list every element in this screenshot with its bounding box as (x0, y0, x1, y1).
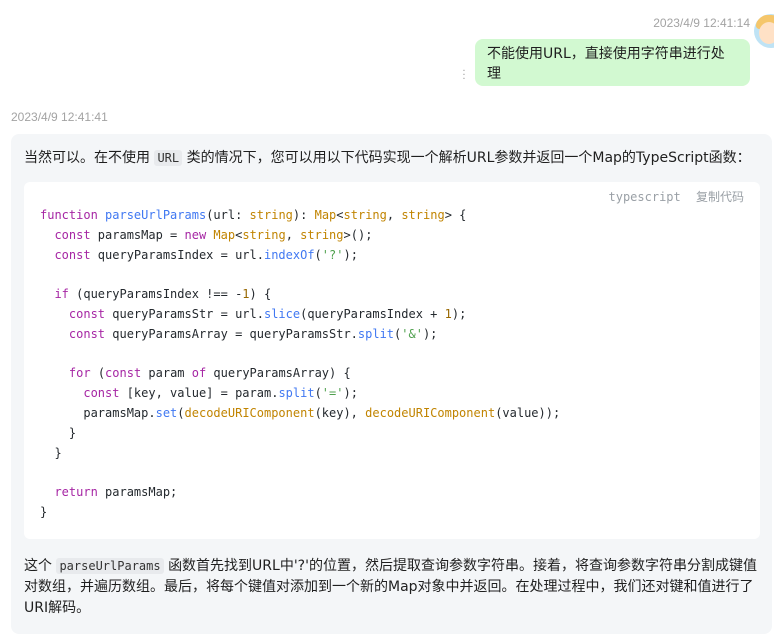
code-content: function parseUrlParams(url: string): Ma… (40, 206, 560, 523)
code-line: } (40, 425, 77, 440)
user-avatar[interactable] (754, 14, 774, 48)
code-line: } (40, 445, 62, 460)
inline-code: URL (154, 150, 183, 166)
code-line: } (40, 504, 48, 519)
bot-summary-text: 这个 parseUrlParams 函数首先找到URL中'?'的位置，然后提取查… (24, 558, 757, 616)
code-line: for (const param of queryParamsArray) { (68, 366, 351, 381)
code-language-label: typescript (608, 190, 681, 204)
code-line: const queryParamsArray = queryParamsStr.… (68, 326, 438, 341)
more-vertical-icon[interactable]: · · · (461, 67, 467, 85)
code-line: if (queryParamsIndex !== -1) { (54, 287, 272, 302)
code-line: const [key, value] = param.split('='); (83, 386, 358, 401)
user-message-bubble: 不能使用URL，直接使用字符串进行处理 (475, 39, 750, 86)
code-line: function parseUrlParams(url: string): Ma… (40, 208, 467, 222)
bot-intro-text: 当然可以。在不使用 URL 类的情况下，您可以用以下代码实现一个解析URL参数并… (24, 150, 751, 166)
user-timestamp: 2023/4/9 12:41:14 (653, 16, 750, 30)
code-header: typescript 复制代码 (609, 188, 745, 205)
code-block: typescript 复制代码 function parseUrlParams(… (24, 182, 760, 539)
user-message-text: 不能使用URL，直接使用字符串进行处理 (487, 45, 725, 82)
code-line: const queryParamsStr = url.slice(queryPa… (68, 306, 467, 321)
code-line: return paramsMap; (54, 485, 178, 500)
bot-timestamp: 2023/4/9 12:41:41 (11, 110, 108, 124)
inline-code: parseUrlParams (56, 558, 164, 574)
code-line: const paramsMap = new Map<string, string… (54, 227, 373, 242)
code-line: paramsMap.set(decodeURIComponent(key), d… (40, 405, 561, 420)
copy-code-button[interactable]: 复制代码 (696, 190, 744, 204)
code-line: const queryParamsIndex = url.indexOf('?'… (54, 247, 358, 262)
